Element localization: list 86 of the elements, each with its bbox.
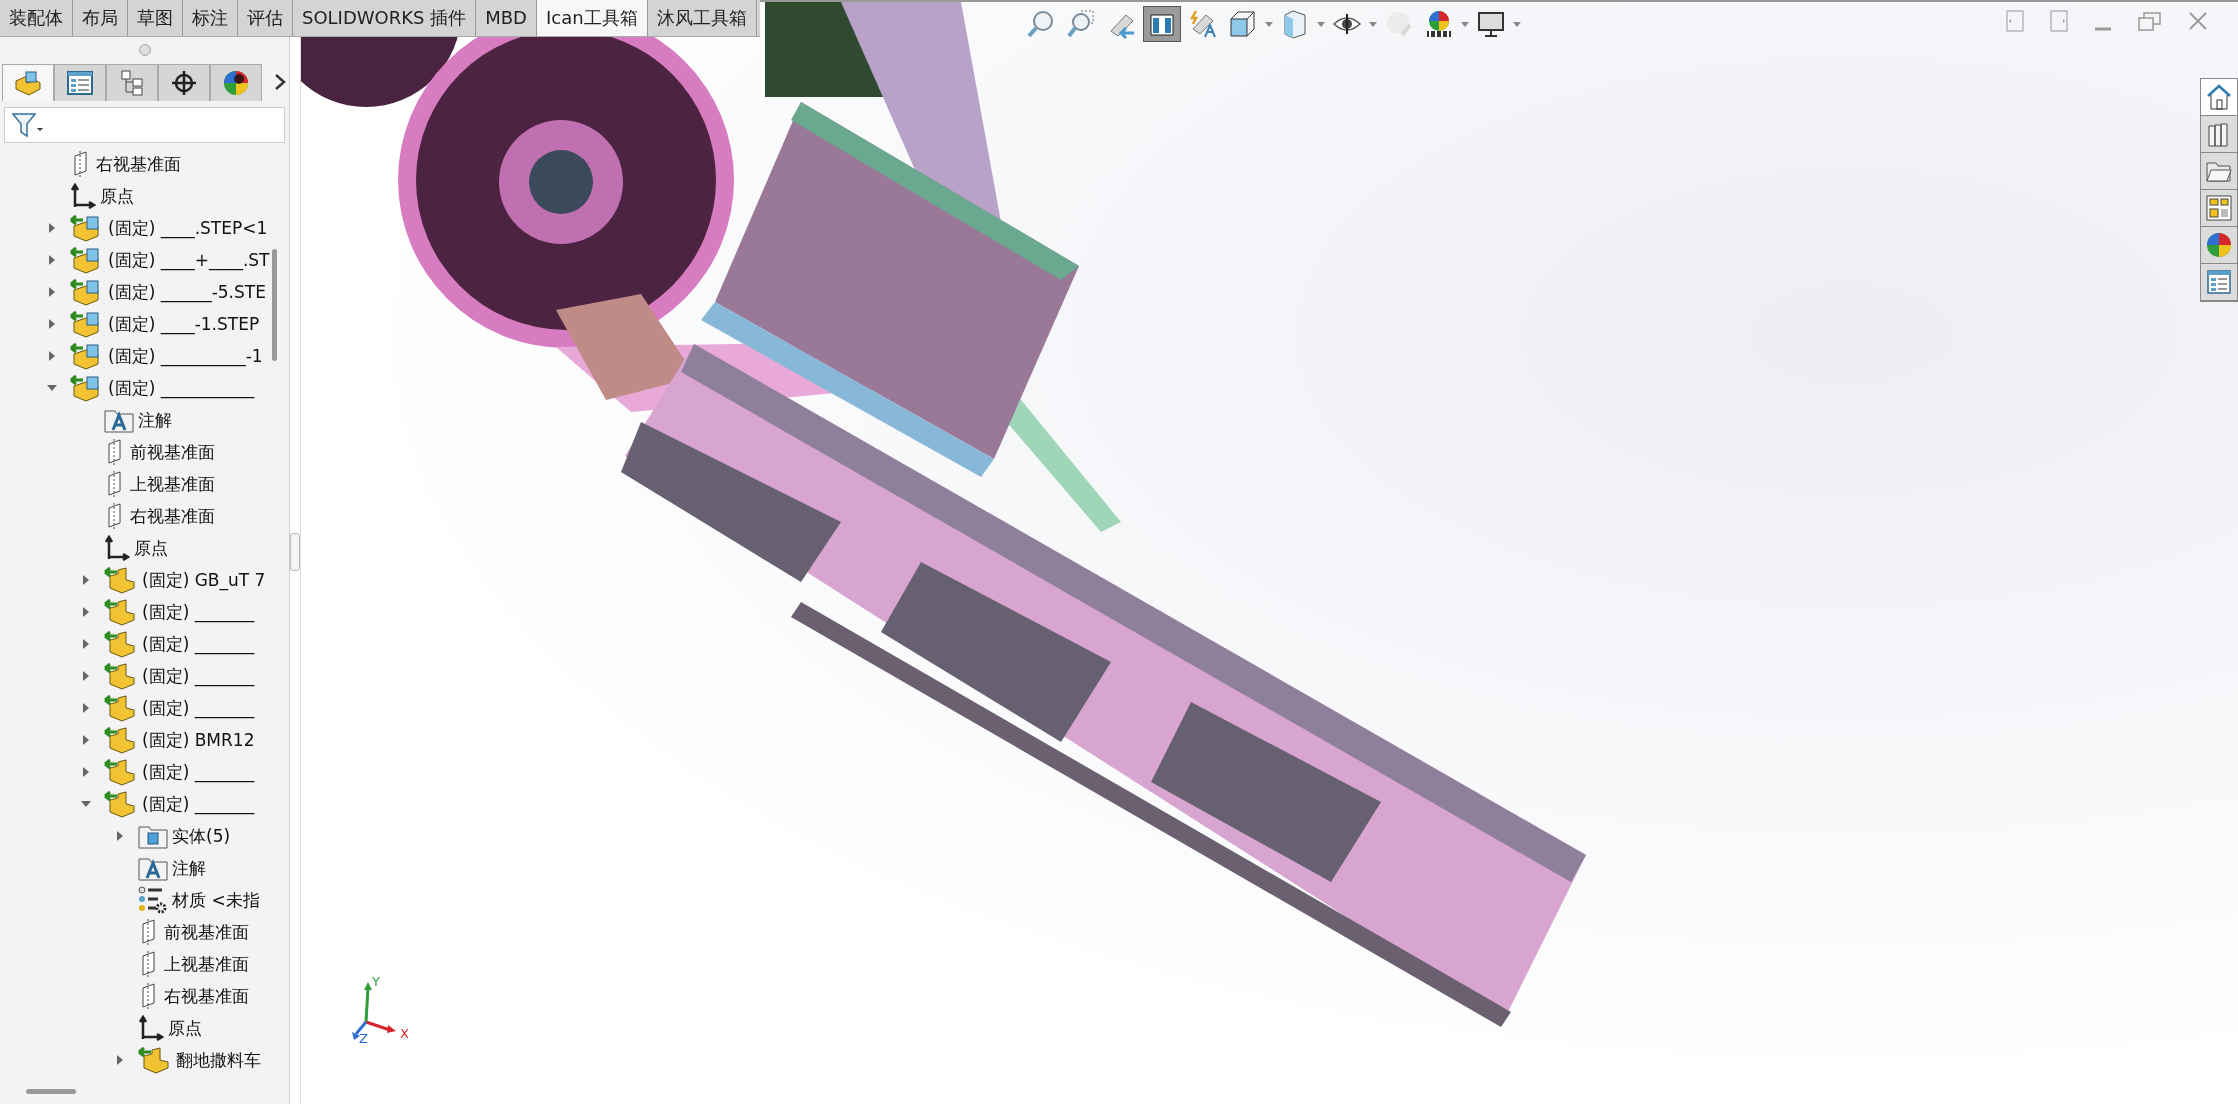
dropdown-caret-icon[interactable]	[1317, 21, 1325, 27]
tree-item[interactable]: (固定) _______	[142, 664, 255, 688]
dropdown-caret-icon[interactable]	[1461, 21, 1469, 27]
tree-item[interactable]: 材质 <未指	[172, 888, 260, 912]
part-icon	[104, 758, 138, 786]
tree-item[interactable]: 原点	[100, 184, 134, 208]
part-icon	[104, 662, 138, 690]
scrollbar-thumb[interactable]	[272, 249, 277, 361]
tree-item[interactable]: 右视基准面	[164, 984, 249, 1008]
tree-item[interactable]: (固定) _______	[142, 760, 255, 784]
expander-icon[interactable]	[47, 319, 57, 329]
view-palette-icon[interactable]	[2201, 190, 2237, 227]
origin-icon	[70, 183, 96, 209]
close-icon[interactable]	[2188, 11, 2208, 31]
part-icon	[104, 630, 138, 658]
part-icon	[104, 726, 138, 754]
y-axis-label: Y	[372, 974, 380, 989]
tree-item[interactable]: (固定) ____-1.STEP	[108, 312, 260, 336]
tree-item[interactable]: (固定) _______	[142, 600, 255, 624]
expander-icon[interactable]	[81, 735, 91, 745]
solid-bodies-folder-icon	[138, 823, 168, 849]
part-icon	[104, 790, 138, 818]
tree-item[interactable]: 注解	[172, 856, 206, 880]
expander-icon[interactable]	[81, 671, 91, 681]
tree-item[interactable]: (固定) ____.STEP<1	[108, 216, 268, 240]
tree-item[interactable]: (固定) _______	[142, 696, 255, 720]
expander-icon[interactable]	[81, 799, 91, 809]
expander-icon[interactable]	[115, 1055, 125, 1065]
expander-icon[interactable]	[81, 703, 91, 713]
tree-item[interactable]: (固定) _______	[142, 792, 255, 816]
expander-icon[interactable]	[47, 223, 57, 233]
annotations-folder-icon	[138, 855, 168, 881]
feature-tree-icon[interactable]	[2, 63, 54, 101]
tree-item[interactable]: 前视基准面	[130, 440, 215, 464]
part-icon	[104, 598, 138, 626]
tree-item[interactable]: (固定) ______-5.STE	[108, 280, 266, 304]
panel-collapse-handle[interactable]	[290, 533, 300, 571]
expander-icon[interactable]	[81, 575, 91, 585]
tree-item[interactable]: (固定) _______	[142, 632, 255, 656]
dropdown-caret-icon[interactable]	[1369, 21, 1377, 27]
expander-icon[interactable]	[81, 767, 91, 777]
expander-icon[interactable]	[47, 383, 57, 393]
tree-item[interactable]: (固定) BMR12	[142, 728, 255, 752]
expander-icon[interactable]	[115, 831, 125, 841]
tree-item[interactable]: (固定) GB_uT 7	[142, 568, 266, 592]
scrollbar-thumb[interactable]	[26, 1088, 76, 1094]
part-icon	[138, 1046, 172, 1074]
expander-icon[interactable]	[47, 351, 57, 361]
tree-item[interactable]: 注解	[138, 408, 172, 432]
annotations-folder-icon	[104, 407, 134, 433]
tree-item[interactable]: 翻地撒料车	[176, 1048, 261, 1072]
origin-icon	[138, 1015, 164, 1041]
chevron-right-icon[interactable]	[274, 73, 286, 91]
tree-item[interactable]: 原点	[168, 1016, 202, 1040]
filter-icon[interactable]	[11, 112, 43, 138]
splitter-handle[interactable]	[138, 44, 151, 56]
command-tab[interactable]: Ican工具箱	[536, 0, 648, 36]
tree-item[interactable]: 上视基准面	[164, 952, 249, 976]
origin-icon	[104, 535, 130, 561]
tree-item[interactable]: (固定) __________-1	[108, 344, 263, 368]
tree-item[interactable]: 前视基准面	[164, 920, 249, 944]
x-axis-label: X	[400, 1026, 409, 1041]
tree-item[interactable]: (固定) ___________	[108, 376, 255, 400]
books-icon[interactable]	[2201, 116, 2237, 153]
properties-list-icon[interactable]	[2201, 264, 2237, 301]
dropdown-caret-icon[interactable]	[1265, 21, 1273, 27]
expander-icon[interactable]	[81, 607, 91, 617]
material-icon	[138, 886, 168, 914]
z-axis-label: Z	[359, 1031, 368, 1044]
expander-icon[interactable]	[47, 255, 57, 265]
tree-item[interactable]: 右视基准面	[96, 152, 181, 176]
tree-item[interactable]: (固定) ____+____.ST	[108, 248, 270, 272]
expander-icon[interactable]	[81, 639, 91, 649]
folder-icon[interactable]	[2201, 153, 2237, 190]
tree-item[interactable]: 上视基准面	[130, 472, 215, 496]
home-icon[interactable]	[2201, 79, 2237, 116]
crosshair-icon[interactable]	[158, 63, 210, 101]
part-icon	[104, 566, 138, 594]
tree-item[interactable]: 右视基准面	[130, 504, 215, 528]
dropdown-caret-icon[interactable]	[1513, 21, 1521, 27]
property-list-icon[interactable]	[54, 63, 106, 101]
section-view-icon[interactable]	[1143, 6, 1181, 42]
expander-icon[interactable]	[47, 287, 57, 297]
part-icon	[104, 694, 138, 722]
tree-item[interactable]: 实体(5)	[172, 824, 231, 848]
tree-item[interactable]: 原点	[134, 536, 168, 560]
